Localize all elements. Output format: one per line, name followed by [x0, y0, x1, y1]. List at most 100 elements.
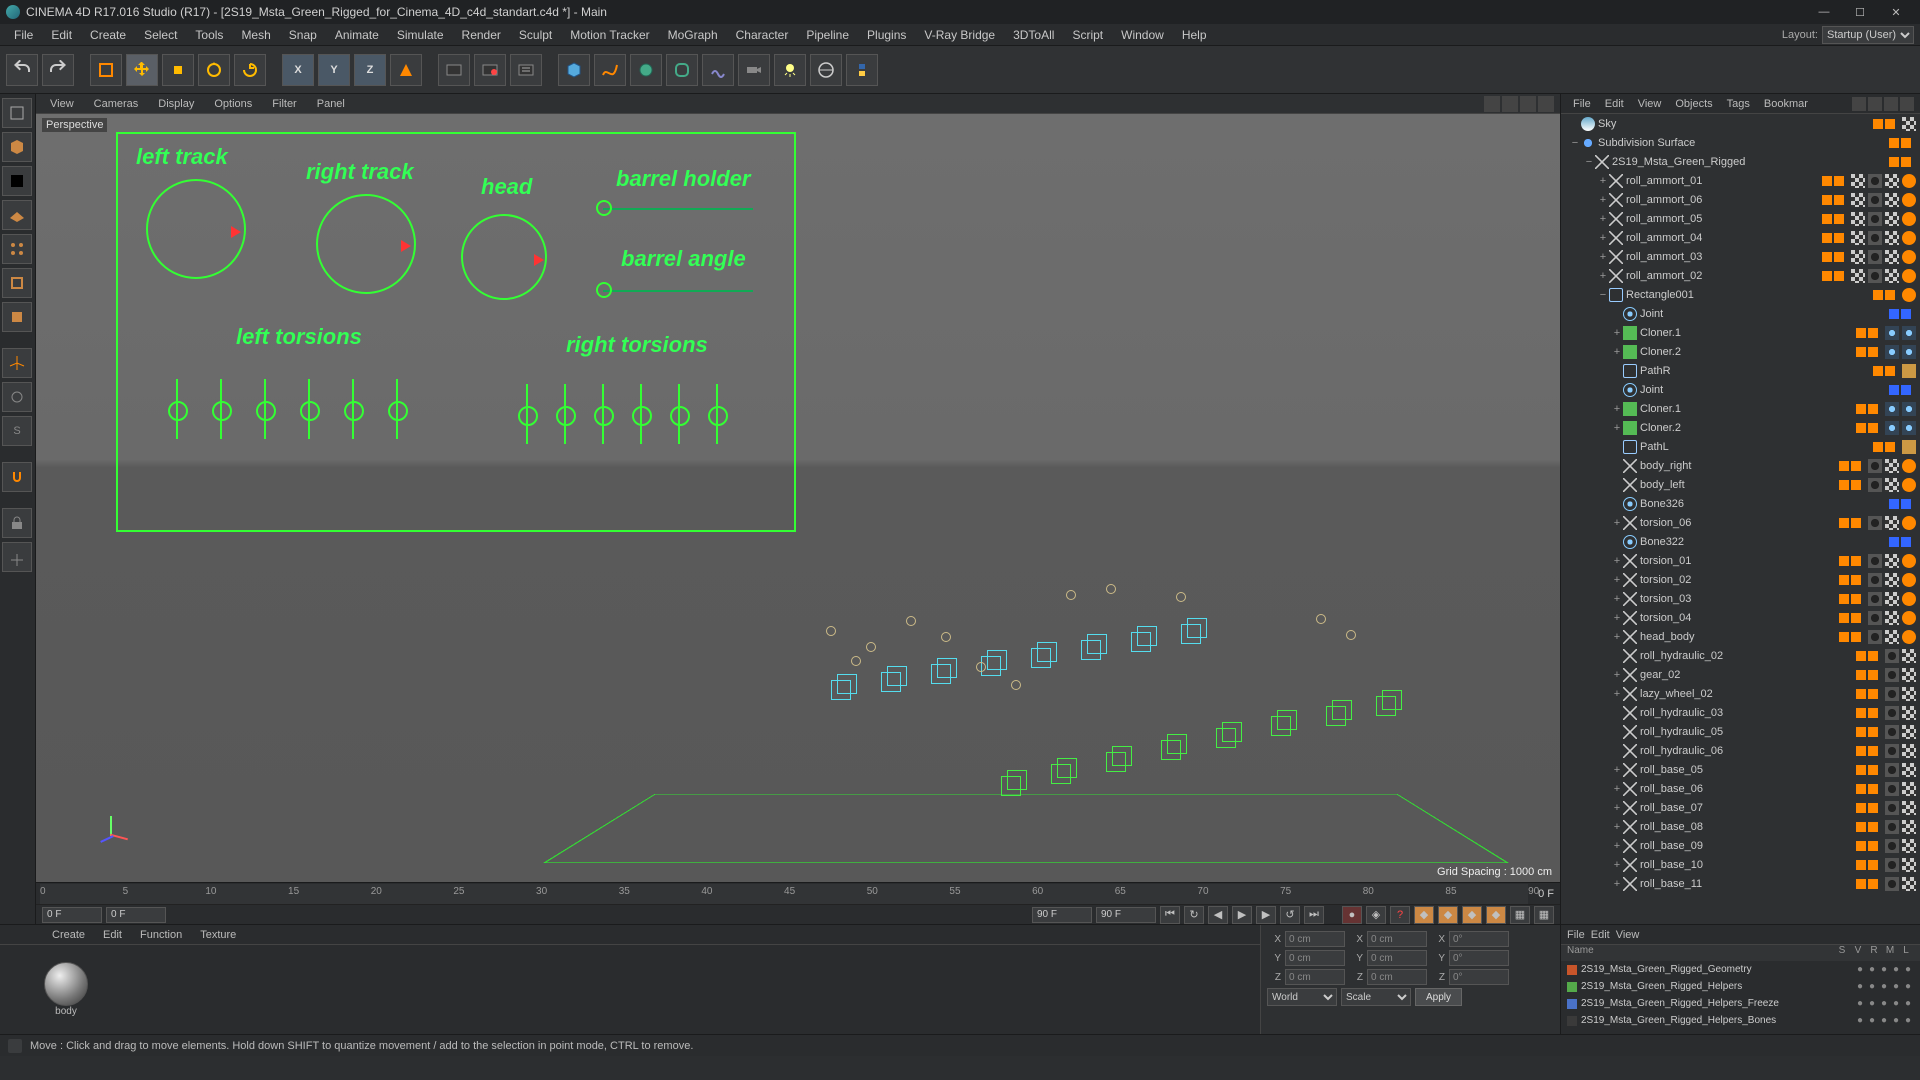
object-tree[interactable]: Sky−Subdivision Surface−2S19_Msta_Green_… [1561, 114, 1920, 924]
helper-cube[interactable] [1031, 642, 1057, 668]
tag-icon[interactable] [1902, 250, 1916, 264]
visibility-render-dot[interactable] [1868, 803, 1878, 813]
helper-cube[interactable] [1106, 746, 1132, 772]
timeline-ruler[interactable]: 051015202530354045505560657075808590 [40, 884, 1528, 904]
visibility-editor-dot[interactable] [1873, 119, 1883, 129]
tag-icon[interactable] [1902, 630, 1916, 644]
tag-icon[interactable] [1885, 725, 1899, 739]
tree-row[interactable]: Bone322 [1561, 532, 1920, 551]
tag-icon[interactable] [1902, 744, 1916, 758]
visibility-editor-dot[interactable] [1856, 860, 1866, 870]
texture-mode-button[interactable] [2, 166, 32, 196]
helper-cube[interactable] [1271, 710, 1297, 736]
menu-render[interactable]: Render [454, 26, 509, 44]
visibility-editor-dot[interactable] [1822, 233, 1832, 243]
viewport-config-icon[interactable] [1520, 96, 1536, 112]
size-y-input[interactable] [1367, 950, 1427, 966]
om-search-icon[interactable] [1852, 97, 1866, 111]
visibility-editor-dot[interactable] [1856, 347, 1866, 357]
tag-icon[interactable] [1902, 782, 1916, 796]
visibility-editor-dot[interactable] [1856, 784, 1866, 794]
tree-row[interactable]: +roll_base_10 [1561, 855, 1920, 874]
rig-torsion[interactable] [564, 384, 566, 444]
tag-icon[interactable] [1902, 877, 1916, 891]
visibility-render-dot[interactable] [1868, 651, 1878, 661]
tree-row[interactable]: +torsion_02 [1561, 570, 1920, 589]
visibility-editor-dot[interactable] [1856, 841, 1866, 851]
rig-torsion[interactable] [526, 384, 528, 444]
tag-icon[interactable] [1902, 573, 1916, 587]
tag-icon[interactable] [1902, 706, 1916, 720]
tree-row[interactable]: +torsion_04 [1561, 608, 1920, 627]
helper-null[interactable] [1106, 584, 1116, 594]
visibility-editor-dot[interactable] [1856, 879, 1866, 889]
visibility-render-dot[interactable] [1901, 309, 1911, 319]
tree-row[interactable]: +Cloner.1 [1561, 323, 1920, 342]
tree-row[interactable]: +roll_ammort_06 [1561, 190, 1920, 209]
add-deformer-button[interactable] [666, 54, 698, 86]
tree-row[interactable]: +roll_base_05 [1561, 760, 1920, 779]
undo-button[interactable] [6, 54, 38, 86]
visibility-render-dot[interactable] [1868, 822, 1878, 832]
visibility-editor-dot[interactable] [1873, 290, 1883, 300]
viewport-solo-button[interactable]: S [2, 416, 32, 446]
visibility-editor-dot[interactable] [1822, 252, 1832, 262]
tag-icon[interactable] [1885, 231, 1899, 245]
menu-3dtoall[interactable]: 3DToAll [1005, 26, 1062, 44]
tag-icon[interactable] [1868, 478, 1882, 492]
visibility-editor-dot[interactable] [1889, 157, 1899, 167]
tree-row[interactable]: +roll_base_11 [1561, 874, 1920, 893]
helper-cube[interactable] [931, 658, 957, 684]
menu-create[interactable]: Create [82, 26, 134, 44]
tree-row[interactable]: −Rectangle001 [1561, 285, 1920, 304]
rotate-tool-button[interactable] [198, 54, 230, 86]
matmenu-create[interactable]: Create [44, 928, 93, 942]
menu-pipeline[interactable]: Pipeline [798, 26, 857, 44]
python-button[interactable] [846, 54, 878, 86]
render-settings-button[interactable] [510, 54, 542, 86]
tree-row[interactable]: +Cloner.2 [1561, 418, 1920, 437]
tag-icon[interactable] [1902, 117, 1916, 131]
pos-x-input[interactable] [1285, 931, 1345, 947]
minimize-button[interactable]: — [1806, 2, 1842, 22]
redo-button[interactable] [42, 54, 74, 86]
rot-y-input[interactable] [1449, 950, 1509, 966]
tag-icon[interactable] [1902, 421, 1916, 435]
visibility-render-dot[interactable] [1834, 252, 1844, 262]
menu-v-ray-bridge[interactable]: V-Ray Bridge [916, 26, 1003, 44]
tree-row[interactable]: +torsion_06 [1561, 513, 1920, 532]
tag-icon[interactable] [1885, 326, 1899, 340]
helper-null[interactable] [1316, 614, 1326, 624]
tag-icon[interactable] [1902, 687, 1916, 701]
tag-icon[interactable] [1885, 174, 1899, 188]
tree-row[interactable]: +lazy_wheel_02 [1561, 684, 1920, 703]
visibility-editor-dot[interactable] [1856, 803, 1866, 813]
visibility-editor-dot[interactable] [1856, 727, 1866, 737]
timeline[interactable]: 051015202530354045505560657075808590 0 F [36, 882, 1560, 904]
menu-script[interactable]: Script [1064, 26, 1111, 44]
tag-icon[interactable] [1885, 706, 1899, 720]
visibility-render-dot[interactable] [1851, 480, 1861, 490]
visibility-render-dot[interactable] [1868, 689, 1878, 699]
tree-row[interactable]: +torsion_01 [1561, 551, 1920, 570]
viewmenu-filter[interactable]: Filter [264, 97, 304, 111]
locked-workplane-button[interactable] [2, 508, 32, 538]
visibility-editor-dot[interactable] [1889, 138, 1899, 148]
tag-icon[interactable] [1902, 763, 1916, 777]
tag-icon[interactable] [1851, 212, 1865, 226]
om-tab-tags[interactable]: Tags [1721, 97, 1756, 111]
om-filter-icon[interactable] [1884, 97, 1898, 111]
tag-icon[interactable] [1885, 573, 1899, 587]
tree-row[interactable]: +roll_base_09 [1561, 836, 1920, 855]
range-end-input[interactable] [1032, 907, 1092, 923]
tag-icon[interactable] [1851, 193, 1865, 207]
pos-y-input[interactable] [1285, 950, 1345, 966]
key-rot-button[interactable]: ◆ [1462, 906, 1482, 924]
tag-icon[interactable] [1885, 630, 1899, 644]
layer-row[interactable]: 2S19_Msta_Green_Rigged_Helpers_Bones●●●●… [1561, 1012, 1920, 1029]
prev-frame-button[interactable]: ◀ [1208, 906, 1228, 924]
tree-row[interactable]: +roll_ammort_04 [1561, 228, 1920, 247]
om-tab-objects[interactable]: Objects [1669, 97, 1718, 111]
y-axis-button[interactable]: Y [318, 54, 350, 86]
tree-row[interactable]: PathL [1561, 437, 1920, 456]
